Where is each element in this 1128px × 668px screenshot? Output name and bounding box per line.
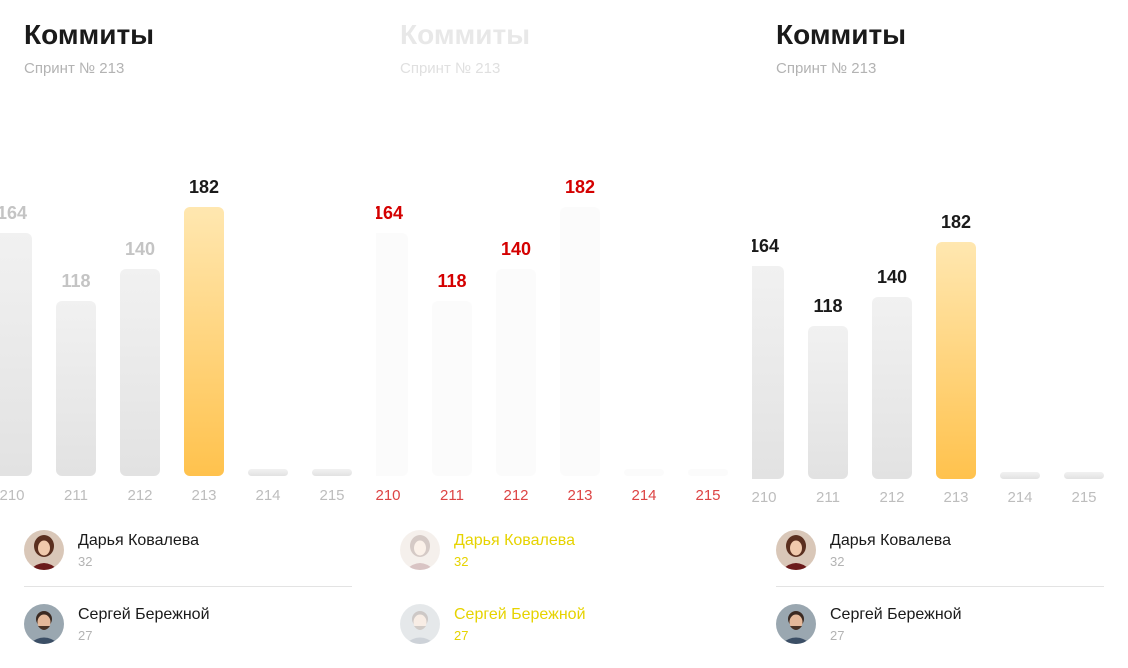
bar-value-label: 182 (940, 212, 972, 232)
user-name: Сергей Бережной (830, 606, 962, 623)
user-name: Сергей Бережной (454, 606, 586, 623)
x-tick-label: 210 (0, 487, 25, 504)
user-commit-count: 32 (830, 554, 845, 569)
commits-widget-3: Коммиты Спринт № 213 Дарья Ковалева 32 С… (752, 0, 1128, 668)
x-tick-label: 211 (64, 487, 88, 504)
x-tick-label: 213 (567, 487, 593, 504)
widget-subtitle: Спринт № 213 (400, 60, 501, 77)
bar-value-label: 118 (61, 271, 91, 291)
bar-sprint-215[interactable] (1064, 472, 1104, 479)
bar-sprint-210[interactable] (376, 233, 408, 476)
widget-title: Коммиты (776, 19, 907, 50)
bar-sprint-212[interactable] (496, 269, 536, 476)
x-tick-label: 211 (440, 487, 464, 504)
user-name: Дарья Ковалева (78, 532, 199, 549)
user-name: Дарья Ковалева (454, 532, 575, 549)
x-tick-label: 212 (879, 489, 905, 506)
avatar (776, 604, 816, 644)
bar-value-label: 118 (437, 271, 467, 291)
bar-value-label: 164 (0, 203, 28, 223)
avatar (24, 604, 64, 644)
widget-subtitle: Спринт № 213 (24, 60, 125, 77)
user-commit-count: 27 (454, 628, 469, 643)
x-tick-label: 215 (319, 487, 345, 504)
bar-sprint-210[interactable] (752, 266, 784, 479)
avatar (400, 530, 440, 570)
widget-title: Коммиты (24, 19, 155, 50)
bar-sprint-212[interactable] (120, 269, 160, 476)
bar-sprint-211[interactable] (432, 301, 472, 476)
bar-value-label: 182 (188, 177, 220, 197)
x-tick-label: 212 (503, 487, 529, 504)
x-tick-label: 214 (1007, 489, 1033, 506)
bar-value-label: 140 (876, 267, 908, 287)
x-tick-label: 211 (816, 489, 840, 506)
avatar (776, 530, 816, 570)
bar-sprint-213[interactable] (936, 242, 976, 479)
avatar (24, 530, 64, 570)
x-tick-label: 212 (127, 487, 153, 504)
bar-value-label: 164 (376, 203, 404, 223)
x-tick-label: 213 (943, 489, 969, 506)
divider (776, 586, 1104, 587)
bar-sprint-214[interactable] (624, 469, 664, 476)
bar-sprint-214[interactable] (1000, 472, 1040, 479)
user-name: Дарья Ковалева (830, 532, 951, 549)
bar-sprint-215[interactable] (312, 469, 352, 476)
bar-value-label: 118 (813, 296, 843, 316)
x-tick-label: 215 (1071, 489, 1097, 506)
x-tick-label: 215 (695, 487, 721, 504)
bar-sprint-215[interactable] (688, 469, 728, 476)
widget-title: Коммиты (400, 19, 531, 50)
bar-value-label: 140 (124, 239, 156, 259)
bar-sprint-213[interactable] (184, 207, 224, 476)
bar-value-label: 164 (752, 236, 780, 256)
user-commit-count: 32 (454, 554, 469, 569)
x-tick-label: 214 (631, 487, 657, 504)
user-commit-count: 32 (78, 554, 93, 569)
x-tick-label: 214 (255, 487, 281, 504)
bar-value-label: 140 (500, 239, 532, 259)
bar-sprint-210[interactable] (0, 233, 32, 476)
user-commit-count: 27 (830, 628, 845, 643)
bar-sprint-214[interactable] (248, 469, 288, 476)
widget-subtitle: Спринт № 213 (776, 60, 877, 77)
x-tick-label: 210 (376, 487, 401, 504)
bar-value-label: 182 (564, 177, 596, 197)
commits-widget-1: Коммиты Спринт № 213 Дарья Ковалева 32 С… (0, 0, 376, 668)
x-tick-label: 213 (191, 487, 217, 504)
commits-widget-2: Коммиты Спринт № 213 Дарья Ковалева 32 С… (376, 0, 752, 668)
bar-sprint-211[interactable] (808, 326, 848, 479)
bar-sprint-213[interactable] (560, 207, 600, 476)
bar-sprint-211[interactable] (56, 301, 96, 476)
divider (24, 586, 352, 587)
x-tick-label: 210 (752, 489, 777, 506)
avatar (400, 604, 440, 644)
user-name: Сергей Бережной (78, 606, 210, 623)
bar-sprint-212[interactable] (872, 297, 912, 479)
user-commit-count: 27 (78, 628, 93, 643)
